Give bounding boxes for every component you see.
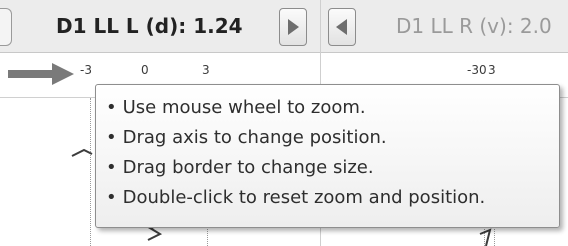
axis-tick-label: -30 [467, 63, 487, 77]
help-tooltip: • Use mouse wheel to zoom. • Drag axis to … [95, 84, 560, 228]
left-channel-title: D1 LL L (d): 1.24 [56, 14, 243, 38]
ecg-viewer: D1 LL L (d): 1.24 D1 LL R (v): 2.0 -3 0 … [0, 0, 568, 246]
tooltip-line-size: • Drag border to change size. [106, 157, 374, 178]
triangle-right-icon [288, 19, 299, 35]
axis-tick-label: 0 [141, 63, 149, 77]
previous-channel-button[interactable] [328, 8, 356, 46]
channel-header: D1 LL L (d): 1.24 D1 LL R (v): 2.0 [0, 0, 568, 53]
axis-tick-label: 3 [202, 63, 210, 77]
triangle-left-icon [336, 19, 347, 35]
axis-tick-label: 3 [488, 63, 496, 77]
next-channel-button[interactable] [279, 8, 307, 46]
tooltip-line-reset: • Double-click to reset zoom and position… [106, 187, 486, 208]
axis-tick-label: -3 [80, 63, 92, 77]
tooltip-line-zoom: • Use mouse wheel to zoom. [106, 97, 366, 118]
arrow-right-icon [8, 63, 74, 85]
tooltip-line-position: • Drag axis to change position. [106, 127, 387, 148]
previous-pane-edge[interactable] [0, 8, 12, 46]
right-channel-title: D1 LL R (v): 2.0 [396, 14, 552, 38]
